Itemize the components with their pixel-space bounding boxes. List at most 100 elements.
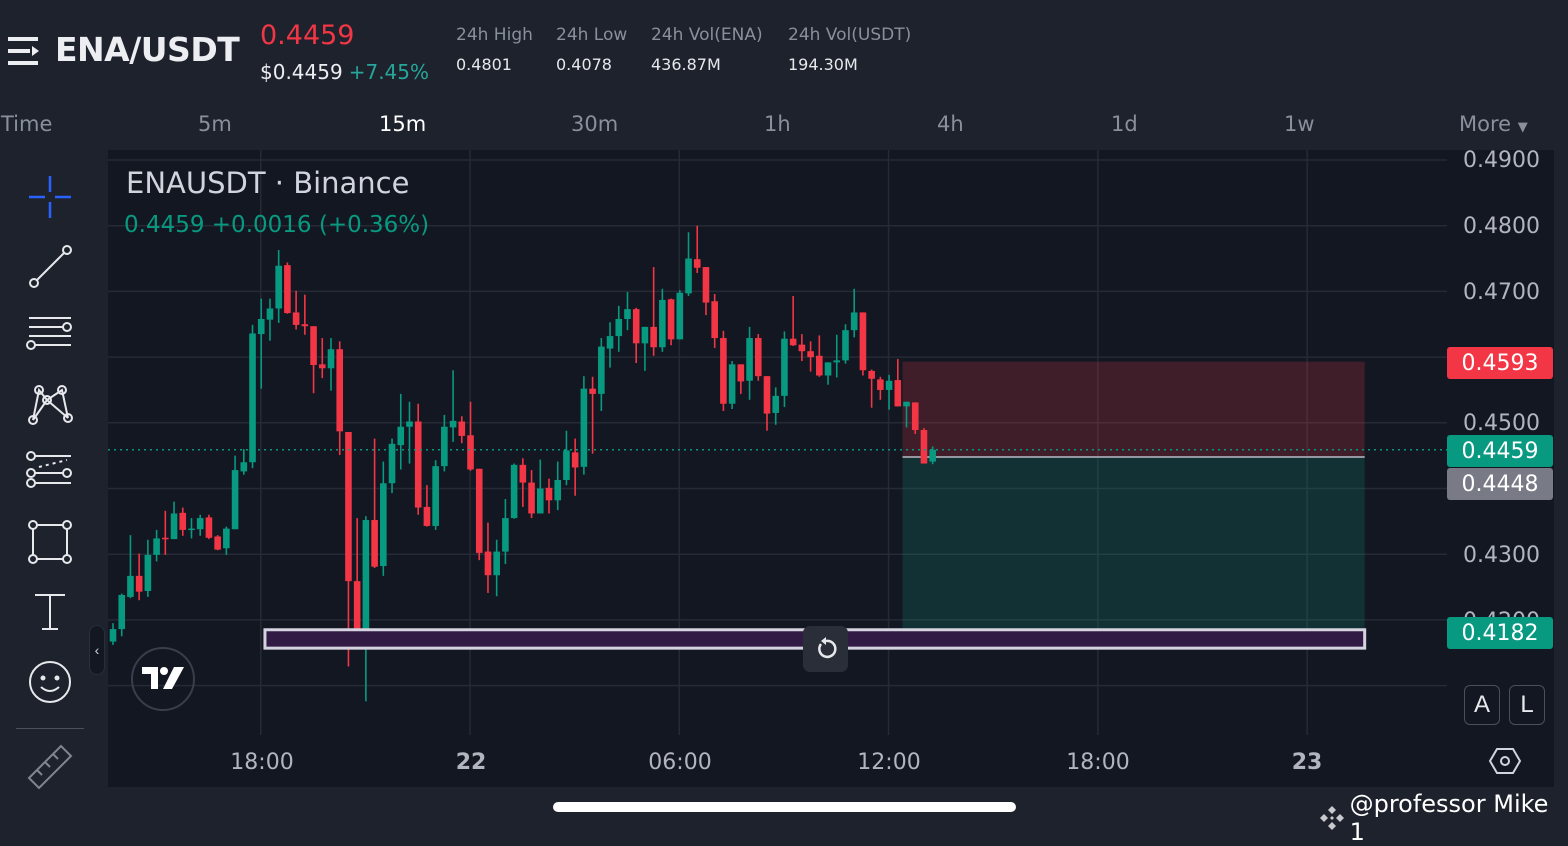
candle: [118, 593, 126, 637]
candle: [807, 341, 814, 372]
candle-body: [894, 380, 902, 407]
chart-settings-icon[interactable]: [1488, 746, 1522, 781]
candle-body: [667, 299, 675, 340]
candle: [868, 369, 875, 408]
take-profit-price-label: 0.4182: [1447, 617, 1553, 649]
stop-loss-price-label: 0.4593: [1447, 347, 1553, 379]
candle-body: [519, 464, 527, 483]
candle: [484, 522, 492, 593]
candle-body: [353, 581, 361, 630]
candle-body: [135, 575, 143, 592]
take-profit-zone: [902, 456, 1365, 632]
candle: [475, 468, 483, 561]
candle-body: [842, 330, 849, 361]
candle: [284, 262, 291, 314]
candle: [580, 376, 588, 475]
candle-body: [754, 338, 762, 377]
candle: [563, 430, 570, 486]
candle-body: [380, 483, 387, 567]
candle-body: [850, 312, 858, 331]
candle: [632, 307, 640, 364]
price-tick: 0.4500: [1463, 411, 1540, 436]
candle: [249, 324, 256, 469]
candle-body: [737, 364, 745, 382]
candle-body: [188, 528, 195, 531]
candle-body: [798, 344, 806, 352]
candle: [135, 553, 143, 601]
candle: [449, 370, 457, 442]
candle: [458, 416, 466, 444]
collapse-toolbar-button[interactable]: ‹: [89, 625, 105, 675]
candle: [772, 387, 780, 425]
reset-chart-button[interactable]: [803, 626, 848, 672]
candle-body: [554, 479, 562, 501]
candle: [728, 361, 736, 410]
candle-body: [580, 388, 588, 467]
candle-body: [528, 482, 535, 514]
candle-body: [327, 349, 335, 369]
candle-body: [920, 430, 928, 464]
candle: [850, 288, 858, 338]
candle: [214, 535, 221, 551]
candle: [188, 518, 195, 539]
time-tick: 12:00: [857, 750, 921, 775]
candle-body: [362, 520, 370, 630]
candle: [650, 267, 657, 356]
price-tick: 0.4800: [1463, 214, 1540, 239]
chart-ohlc-legend: 0.4459 +0.0016 (+0.36%): [124, 212, 430, 238]
candle-body: [388, 443, 396, 484]
candle-body: [598, 346, 605, 394]
candle-body: [406, 421, 413, 427]
candle: [615, 305, 623, 352]
candle: [153, 529, 160, 562]
auto-scale-button[interactable]: A: [1464, 685, 1500, 725]
candle: [877, 376, 884, 400]
current-price-label: 0.4459: [1447, 435, 1553, 467]
candle-body: [868, 370, 875, 379]
time-tick: 06:00: [648, 750, 712, 775]
candle-body: [711, 301, 718, 339]
candle: [371, 438, 378, 568]
watermark-text: @professor Mike 1: [1349, 790, 1549, 846]
chevron-left-icon: ‹: [94, 642, 100, 658]
candle: [388, 438, 396, 494]
price-tick: 0.4700: [1463, 280, 1540, 305]
candle-body: [336, 349, 344, 432]
candle: [179, 507, 187, 536]
candle-body: [693, 259, 701, 268]
candle: [545, 478, 553, 514]
candle-body: [571, 452, 579, 468]
candlestick-chart[interactable]: [0, 0, 1568, 828]
candle: [789, 295, 797, 346]
chart-symbol-legend: ENAUSDT · Binance: [126, 166, 410, 200]
candle-body: [929, 449, 936, 462]
candle: [423, 485, 431, 527]
candle-body: [816, 355, 823, 376]
candle-body: [702, 267, 710, 303]
reset-icon: [817, 637, 837, 659]
candle: [380, 461, 387, 576]
candle-body: [536, 488, 544, 514]
candle-body: [789, 338, 797, 346]
candle: [362, 516, 370, 702]
candle: [746, 326, 753, 400]
log-scale-button[interactable]: L: [1509, 685, 1545, 725]
candle: [205, 514, 213, 540]
watermark: @professor Mike 1: [1318, 790, 1568, 846]
candle-body: [728, 364, 736, 404]
candle: [467, 401, 474, 471]
candle: [109, 623, 117, 645]
entry-price-label: 0.4448: [1447, 468, 1553, 500]
candle-body: [432, 466, 439, 526]
candle: [528, 470, 535, 519]
candle-body: [885, 380, 893, 390]
candle-body: [877, 379, 884, 390]
candle-body: [833, 360, 841, 363]
time-tick: 23: [1291, 750, 1323, 775]
candle: [510, 463, 518, 519]
candle: [624, 292, 631, 331]
candle-body: [109, 629, 117, 642]
candle-body: [781, 338, 788, 396]
candle-body: [624, 309, 631, 319]
tradingview-logo[interactable]: [131, 647, 195, 711]
